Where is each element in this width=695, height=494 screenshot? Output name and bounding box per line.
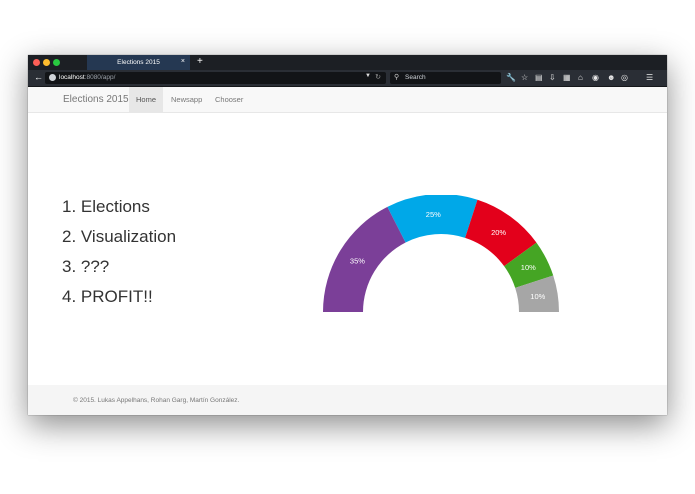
chart-slice-label-2: 20% — [491, 228, 506, 237]
chart-slice-label-4: 10% — [530, 292, 545, 301]
nav-item-newsapp[interactable]: Newsapp — [171, 87, 202, 112]
address-bar[interactable]: localhost:8080/app/ ▼ ↻ — [45, 72, 386, 84]
site-navbar: Elections 2015 Home Newsapp Chooser — [28, 87, 667, 113]
close-window-button[interactable] — [33, 59, 40, 66]
nav-item-home[interactable]: Home — [129, 87, 163, 112]
back-arrow-icon[interactable]: ← — [34, 72, 43, 82]
browser-window: Elections 2015 × + ← localhost:8080/app/… — [28, 55, 667, 415]
step-item: 4. PROFIT!! — [62, 287, 153, 306]
addon-icon[interactable]: ◎ — [621, 72, 628, 84]
steps-list: 1. Elections 2. Visualization 3. ??? 4. … — [62, 195, 176, 315]
search-icon: ⚲ — [394, 74, 400, 81]
wrench-icon[interactable]: 🔧 — [506, 72, 516, 84]
title-bar: Elections 2015 × + — [28, 55, 667, 70]
hamburger-menu-icon[interactable]: ☰ — [646, 72, 653, 84]
url-host: localhost — [59, 74, 85, 81]
smiley-icon[interactable]: ☻ — [607, 72, 615, 84]
step-item: 1. Elections — [62, 197, 150, 216]
footer-copyright: © 2015. Lukas Appelhans, Rohan Garg, Mar… — [73, 397, 240, 404]
url-text: localhost:8080/app/ — [59, 74, 115, 81]
search-input[interactable]: ⚲ Search — [390, 72, 501, 84]
tab-title: Elections 2015 — [117, 59, 160, 66]
clipboard-icon[interactable]: ▤ — [535, 72, 543, 84]
nav-item-chooser[interactable]: Chooser — [215, 87, 243, 112]
step-item: 2. Visualization — [62, 227, 177, 246]
apps-grid-icon[interactable]: ▦ — [563, 72, 571, 84]
reload-icon[interactable]: ↻ — [375, 73, 381, 81]
browser-tab[interactable]: Elections 2015 × — [87, 55, 190, 70]
tab-close-icon[interactable]: × — [181, 58, 185, 65]
url-path: :8080/app/ — [84, 74, 116, 81]
search-placeholder: Search — [405, 74, 426, 81]
download-icon[interactable]: ⇩ — [549, 72, 556, 84]
browser-toolbar: ← localhost:8080/app/ ▼ ↻ ⚲ Search 🔧 ☆ ▤… — [28, 70, 667, 87]
site-info-icon[interactable] — [49, 74, 56, 81]
bookmark-star-icon[interactable]: ☆ — [521, 72, 528, 84]
new-tab-button[interactable]: + — [197, 56, 203, 68]
chart-slice-label-0: 35% — [350, 256, 365, 265]
chart-slice-label-3: 10% — [521, 263, 536, 272]
election-half-donut-chart: 35% 25% 20% 10% 10% — [323, 195, 559, 312]
home-icon[interactable]: ⌂ — [578, 72, 583, 84]
navbar-brand[interactable]: Elections 2015 — [63, 94, 129, 105]
extension-icon[interactable]: ◉ — [592, 72, 599, 84]
chart-slice-label-1: 25% — [426, 210, 441, 219]
page-footer: © 2015. Lukas Appelhans, Rohan Garg, Mar… — [28, 385, 667, 415]
minimize-window-button[interactable] — [43, 59, 50, 66]
maximize-window-button[interactable] — [53, 59, 60, 66]
step-item: 3. ??? — [62, 257, 110, 276]
url-dropdown-icon[interactable]: ▼ — [365, 73, 371, 79]
